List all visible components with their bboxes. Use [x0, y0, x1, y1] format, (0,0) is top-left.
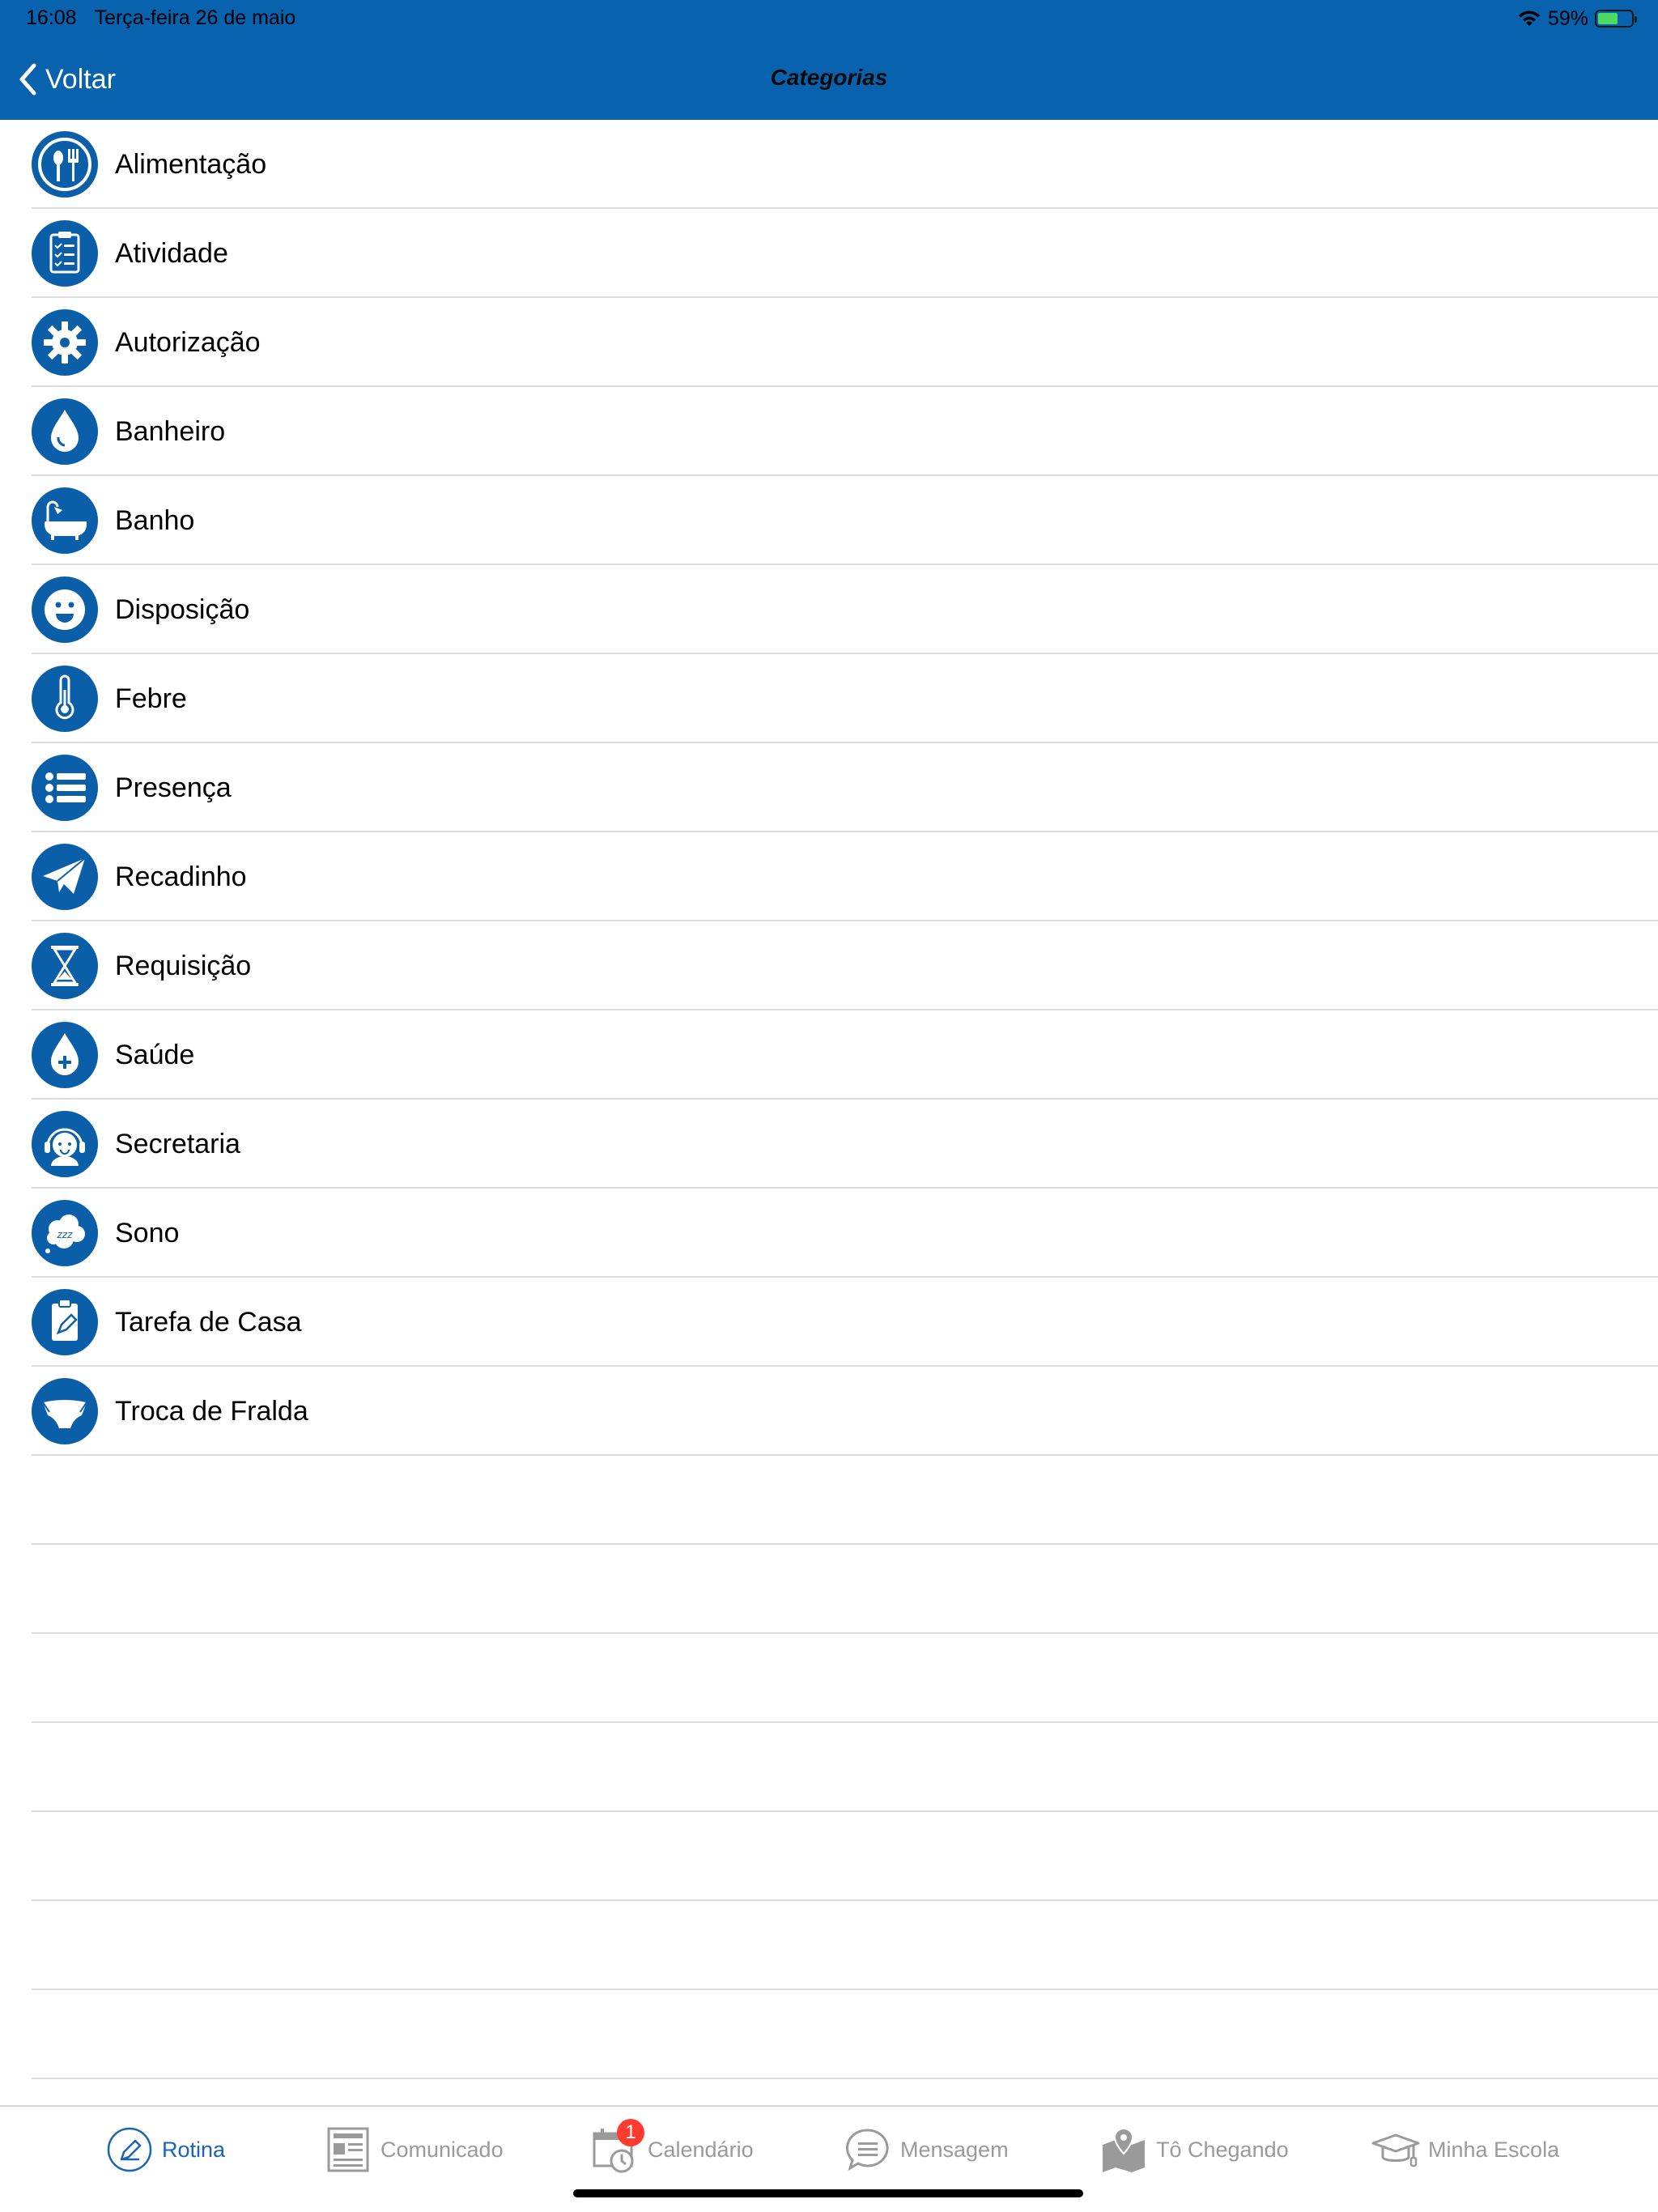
- chat-bubble-icon: [844, 2125, 892, 2174]
- newspaper-icon: [324, 2125, 372, 2174]
- category-item-febre[interactable]: Febre: [0, 654, 1658, 743]
- page-title: Categorias: [770, 65, 888, 90]
- pencil-circle-icon: [105, 2125, 154, 2174]
- category-item-presenca[interactable]: Presença: [0, 743, 1658, 832]
- tab-label: Mensagem: [900, 2137, 1009, 2162]
- sleep-cloud-icon: zzz: [32, 1200, 98, 1266]
- empty-list-row: [0, 1901, 1658, 1990]
- category-label: Secretaria: [115, 1128, 240, 1159]
- paper-plane-icon: [32, 844, 98, 910]
- empty-list-row: [0, 1812, 1658, 1901]
- battery-percent: 59%: [1547, 6, 1588, 30]
- category-item-autorizacao[interactable]: Autorização: [0, 298, 1658, 387]
- hourglass-icon: [32, 933, 98, 999]
- svg-text:zzz: zzz: [57, 1229, 74, 1240]
- fork-spoon-icon: [32, 131, 98, 198]
- category-label: Sono: [115, 1217, 180, 1249]
- category-label: Banheiro: [115, 415, 226, 447]
- diaper-icon: [32, 1378, 98, 1444]
- category-item-secretaria[interactable]: Secretaria: [0, 1100, 1658, 1189]
- header-bar: 16:08 Terça-feira 26 de maio 59% Voltar C…: [0, 0, 1658, 120]
- graduation-cap-icon: [1371, 2125, 1420, 2174]
- tab-label: Calendário: [648, 2137, 754, 2162]
- tab-rotina[interactable]: Rotina: [105, 2123, 225, 2176]
- tab-to-chegando[interactable]: Tô Chegando: [1099, 2123, 1289, 2176]
- category-item-requisicao[interactable]: Requisição: [0, 921, 1658, 1010]
- empty-list-row: [0, 1634, 1658, 1723]
- category-item-disposicao[interactable]: Disposição: [0, 565, 1658, 654]
- category-label: Tarefa de Casa: [115, 1306, 302, 1338]
- category-label: Alimentação: [115, 148, 267, 180]
- wifi-icon: [1518, 11, 1540, 26]
- empty-list-row: [0, 1456, 1658, 1545]
- category-label: Requisição: [115, 950, 252, 981]
- battery-fill: [1598, 13, 1618, 24]
- category-item-banheiro[interactable]: Banheiro: [0, 387, 1658, 476]
- empty-list-row: [0, 1990, 1658, 2079]
- category-item-banho[interactable]: Banho: [0, 476, 1658, 565]
- category-label: Disposição: [115, 593, 250, 625]
- clipboard-pencil-icon: [32, 1289, 98, 1355]
- health-drop-plus-icon: [32, 1022, 98, 1088]
- bathtub-icon: [32, 487, 98, 554]
- notification-badge: 1: [617, 2119, 644, 2146]
- category-label: Febre: [115, 683, 187, 714]
- category-label: Recadinho: [115, 861, 247, 892]
- category-item-sono[interactable]: zzz Sono: [0, 1189, 1658, 1278]
- smiley-face-icon: [32, 576, 98, 643]
- status-date: Terça-feira 26 de maio: [94, 6, 296, 29]
- tab-comunicado[interactable]: Comunicado: [324, 2123, 504, 2176]
- map-pin-icon: [1099, 2125, 1148, 2174]
- tab-calendario[interactable]: 1 Calendário: [591, 2119, 754, 2176]
- category-item-saude[interactable]: Saúde: [0, 1010, 1658, 1100]
- tab-label: Comunicado: [380, 2137, 504, 2162]
- headset-person-icon: [32, 1111, 98, 1177]
- tab-label: Rotina: [162, 2137, 226, 2162]
- thermometer-icon: [32, 666, 98, 732]
- category-item-alimentacao[interactable]: Alimentação: [0, 120, 1658, 209]
- battery-icon: [1595, 10, 1637, 28]
- tab-label: Minha Escola: [1428, 2137, 1560, 2162]
- water-drop-icon: [32, 398, 98, 465]
- category-item-recadinho[interactable]: Recadinho: [0, 832, 1658, 921]
- empty-list-row: [0, 1723, 1658, 1812]
- tab-minha-escola[interactable]: Minha Escola: [1371, 2123, 1559, 2176]
- category-item-troca-de-fralda[interactable]: Troca de Fralda: [0, 1367, 1658, 1456]
- status-bar-left: 16:08 Terça-feira 26 de maio: [26, 6, 295, 30]
- category-item-tarefa-de-casa[interactable]: Tarefa de Casa: [0, 1278, 1658, 1367]
- category-label: Saúde: [115, 1039, 195, 1070]
- category-item-atividade[interactable]: Atividade: [0, 209, 1658, 298]
- clipboard-checklist-icon: [32, 220, 98, 287]
- empty-list-row: [0, 1545, 1658, 1634]
- gear-icon: [32, 309, 98, 376]
- category-label: Autorização: [115, 326, 261, 358]
- tab-mensagem[interactable]: Mensagem: [844, 2123, 1009, 2176]
- calendar-clock-icon: 1: [591, 2119, 644, 2174]
- category-list: Alimentação Atividade Autorização Banhei…: [0, 120, 1658, 2079]
- home-indicator[interactable]: [573, 2189, 1083, 2197]
- category-label: Presença: [115, 772, 232, 803]
- category-label: Banho: [115, 504, 195, 536]
- category-label: Troca de Fralda: [115, 1395, 308, 1427]
- status-bar-right: 59%: [1517, 6, 1637, 31]
- status-time: 16:08: [26, 6, 77, 29]
- list-icon: [32, 755, 98, 821]
- tab-label: Tô Chegando: [1156, 2137, 1289, 2162]
- category-label: Atividade: [115, 237, 228, 269]
